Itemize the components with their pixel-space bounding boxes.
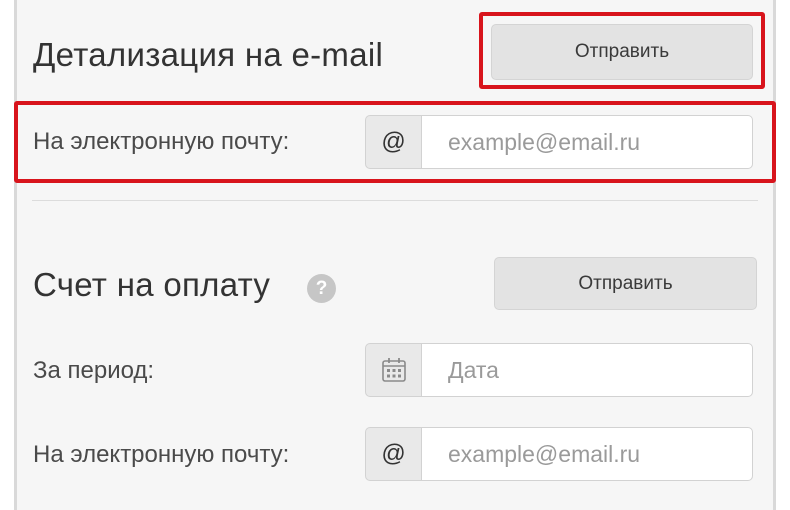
invoice-send-button[interactable]: Отправить xyxy=(494,257,757,310)
detail-section-title: Детализация на e-mail xyxy=(33,36,384,73)
period-group xyxy=(365,343,753,397)
invoice-email-input[interactable] xyxy=(421,427,753,481)
invoice-section-title: Счет на оплату xyxy=(33,266,271,303)
period-label: За период: xyxy=(33,357,155,384)
at-sign-icon: @ xyxy=(365,427,421,481)
detail-email-input[interactable] xyxy=(421,115,753,169)
detail-email-label: На электронную почту: xyxy=(33,128,290,155)
detail-send-button[interactable]: Отправить xyxy=(491,24,753,80)
help-icon[interactable]: ? xyxy=(307,274,336,303)
detail-email-group: @ xyxy=(365,115,753,169)
period-date-input[interactable] xyxy=(421,343,753,397)
calendar-icon[interactable] xyxy=(365,343,421,397)
section-divider xyxy=(32,200,758,201)
at-sign-icon: @ xyxy=(365,115,421,169)
invoice-email-label: На электронную почту: xyxy=(33,441,290,468)
invoice-email-group: @ xyxy=(365,427,753,481)
